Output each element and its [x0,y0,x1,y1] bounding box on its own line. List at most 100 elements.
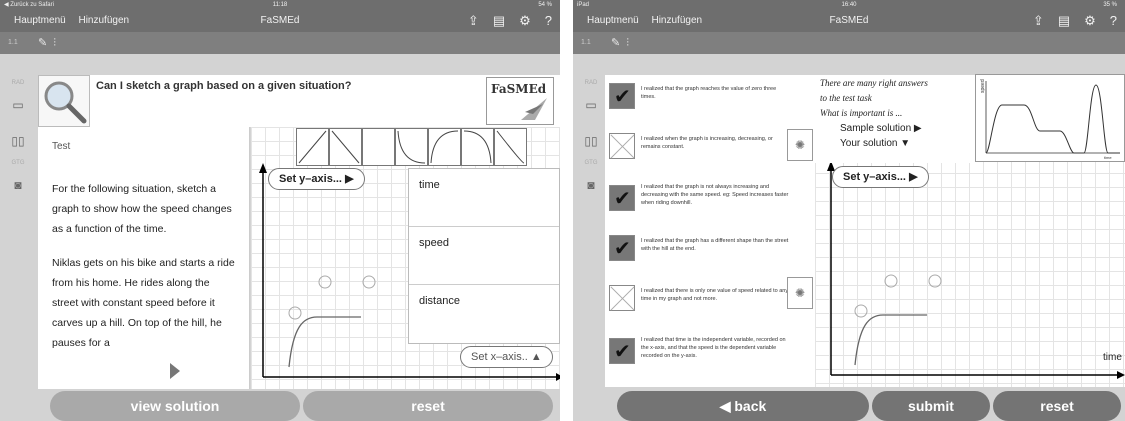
main-menu-button[interactable]: Hauptmenü [14,15,66,26]
concave-decreasing-shape[interactable] [461,128,494,166]
self-assessment-checklist: I realized that the graph reaches the va… [605,75,815,387]
wrench-icon[interactable]: ✎ [611,37,626,49]
checkbox-checked[interactable] [609,338,635,364]
variable-option[interactable]: speed [409,227,559,285]
lightbulb-icon[interactable]: ✺ [787,277,813,309]
tip-line: There are many right answers [820,78,928,88]
test-paragraph: Niklas gets on his bike and starts a rid… [52,257,235,349]
checklist-item-text: I realized that the graph has a differen… [641,238,789,252]
calculator-icon[interactable]: ▤ [1058,10,1070,32]
play-icon: ▶ [345,173,354,185]
fasmed-logo: FaSMEd [486,77,554,125]
page-sorter-icon[interactable]: ▭ [573,98,609,112]
x-axis-label: time [1103,352,1122,363]
reset-button[interactable]: reset [303,391,553,421]
share-icon[interactable]: ⇪ [1033,10,1044,32]
constant-line-shape[interactable] [362,128,395,166]
sliders-icon[interactable]: ⫶ [53,37,62,49]
sliders-icon[interactable]: ⫶ [626,37,635,49]
submit-button[interactable]: submit [872,391,990,421]
page-number: 1.1 [581,39,591,46]
checkbox-unchecked[interactable] [609,133,635,159]
set-y-axis-button[interactable]: Set y–axis... ▶ [268,168,365,190]
solution-tip: There are many right answers to the test… [820,76,928,151]
camera-icon[interactable]: ◙ [0,178,36,192]
nav-bar: Hauptmenü Hinzufügen FaSMEd ⇪ ▤ ⚙ ? [573,10,1125,32]
question-title: Can I sketch a graph based on a given si… [96,80,352,92]
toolbar: 1.1 ✎⫶ [573,32,1125,54]
add-button[interactable]: Hinzufügen [78,15,129,26]
screenshot-divider [560,0,573,421]
main-menu-button[interactable]: Hauptmenü [587,15,639,26]
concave-increasing-shape[interactable] [428,128,461,166]
checklist-item-text: I realized that there is only one value … [641,288,789,302]
help-icon[interactable]: ? [1110,10,1117,32]
help-icon[interactable]: ? [545,10,552,32]
clock: 11:18 [272,2,288,8]
magnifier-icon [38,75,90,127]
lightbulb-icon[interactable]: ✺ [787,129,813,161]
wrench-icon[interactable]: ✎ [38,37,53,49]
increasing-line-shape[interactable] [296,128,329,166]
status-bar: iPad 16:40 35 % [573,0,1125,10]
nav-bar: Hauptmenü Hinzufügen FaSMEd ⇪ ▤ ⚙ ? [0,10,560,32]
triangle-up-icon: ▲ [530,351,542,363]
shape-palette [296,128,527,166]
toolbar: 1.1 ✎⫶ [0,32,560,54]
checkbox-checked[interactable] [609,83,635,109]
tip-line: What is important is ... [820,108,903,118]
set-y-axis-button[interactable]: Set y–axis... ▶ [832,166,929,188]
checklist-item-text: I realized that time is the independent … [641,337,786,359]
sample-solution-toggle[interactable]: Sample solution ▶ [820,121,928,136]
camera-icon[interactable]: ◙ [573,178,609,192]
test-panel: Test For the following situation, sketch… [38,127,250,389]
concave-up-shape[interactable] [395,128,428,166]
book-icon[interactable]: ▯▯ [0,134,36,148]
sidebar: RAD ▭ ▯▯ GTG ◙ [0,54,36,421]
angle-mode-label: RAD [584,80,598,86]
gtg-label: GTG [11,160,25,166]
checkbox-checked[interactable] [609,185,635,211]
tip-line: to the test task [820,93,872,103]
checklist-item-text: I realized when the graph is increasing,… [641,136,773,150]
test-title: Test [52,141,71,152]
variable-option[interactable]: distance [409,285,559,343]
convex-shape[interactable] [494,128,527,166]
status-bar: ◀ Zurück zu Safari 11:18 54 % [0,0,560,10]
angle-mode-label: RAD [11,80,25,86]
reset-button[interactable]: reset [993,391,1121,421]
gear-icon[interactable]: ⚙ [1084,10,1096,32]
decreasing-line-shape[interactable] [329,128,362,166]
set-x-axis-button[interactable]: Set x–axis.. ▲ [460,346,553,368]
gear-icon[interactable]: ⚙ [519,10,531,32]
book-icon[interactable]: ▯▯ [573,134,609,148]
test-text: For the following situation, sketch a gr… [52,179,238,367]
sample-x-label: time [1104,155,1112,160]
page-sorter-icon[interactable]: ▭ [0,98,36,112]
share-icon[interactable]: ⇪ [468,10,479,32]
clock: 16:40 [841,2,857,8]
calculator-icon[interactable]: ▤ [493,10,505,32]
question-header: Can I sketch a graph based on a given si… [38,75,560,127]
left-screen: ◀ Zurück zu Safari 11:18 54 % Hauptmenü … [0,0,560,421]
play-icon: ▶ [909,171,918,183]
back-button[interactable]: ◀ back [617,391,869,421]
page-number: 1.1 [8,39,18,46]
gtg-label: GTG [584,160,598,166]
your-solution-toggle[interactable]: Your solution ▼ [820,136,928,151]
axis-variable-list: time speed distance [408,168,560,344]
battery-level: 54 % [538,2,552,8]
view-solution-button[interactable]: view solution [50,391,300,421]
variable-option[interactable]: time [409,169,559,227]
next-page-arrow[interactable] [170,363,180,379]
battery-level: 35 % [1103,2,1117,8]
sidebar: RAD ▭ ▯▯ GTG ◙ [573,54,609,421]
checkbox-checked[interactable] [609,235,635,261]
checkbox-unchecked[interactable] [609,285,635,311]
sample-solution-graph: speed time [975,74,1125,162]
add-button[interactable]: Hinzufügen [651,15,702,26]
checklist-item-text: I realized that the graph reaches the va… [641,86,777,100]
sample-y-label: speed [980,79,986,93]
test-paragraph: For the following situation, sketch a gr… [52,183,232,235]
checklist-item-text: I realized that the graph is not always … [641,184,789,206]
